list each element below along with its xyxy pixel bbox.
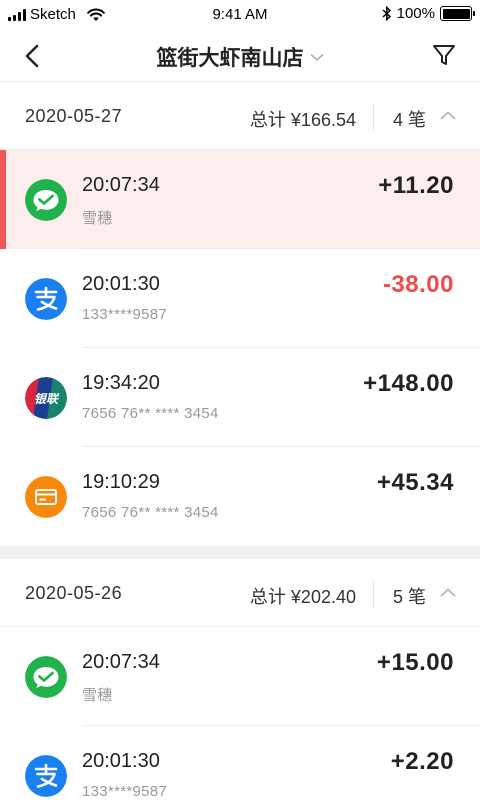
page-title: 篮街大虾南山店 [156, 47, 304, 70]
transaction-row[interactable]: 20:07:34 雪穗 +15.00 [0, 627, 480, 726]
wechat-pay-icon [25, 179, 67, 221]
transaction-row[interactable]: 银联 19:34:20 7656 76** **** 3454 +148.00 [0, 348, 480, 447]
alipay-icon [25, 278, 67, 320]
group-date: 2020-05-27 [25, 106, 123, 126]
transaction-amount: +2.20 [390, 748, 454, 775]
transaction-time: 19:10:29 [82, 471, 160, 493]
status-bar: Sketch 9:41 AM 100% [0, 0, 480, 30]
wechat-pay-icon [25, 656, 67, 698]
group-date: 2020-05-26 [25, 583, 123, 603]
store-selector[interactable]: 篮街大虾南山店 [0, 42, 480, 72]
transaction-amount: +11.20 [378, 172, 454, 199]
transaction-payer: 雪穗 [82, 687, 113, 704]
card-number: 7656 76** **** 3454 [82, 405, 219, 422]
group-total: 总计 ¥202.40 [249, 587, 356, 607]
transaction-row[interactable]: 19:10:29 7656 76** **** 3454 +45.34 [0, 447, 480, 546]
date-group-header[interactable]: 2020-05-27 总计 ¥166.54 4 笔 [0, 82, 480, 150]
transaction-time: 20:01:30 [82, 750, 160, 772]
transaction-time: 20:01:30 [82, 273, 160, 295]
battery-icon [440, 6, 475, 21]
transaction-list[interactable]: 2020-05-27 总计 ¥166.54 4 笔 20:07:34 雪穗 +1… [0, 82, 480, 800]
transaction-row[interactable]: 20:01:30 133****9587 -38.00 [0, 249, 480, 348]
bluetooth-icon [382, 6, 391, 21]
group-count: 5 笔 [392, 587, 426, 607]
transaction-row[interactable]: 20:07:34 雪穗 +11.20 [0, 150, 480, 249]
transaction-row[interactable]: 20:01:30 133****9587 +2.20 [0, 726, 480, 800]
chevron-up-icon[interactable] [438, 106, 458, 126]
divider [373, 581, 374, 607]
nav-bar: 篮街大虾南山店 [0, 30, 480, 82]
group-total: 总计 ¥166.54 [249, 110, 356, 130]
group-count: 4 笔 [392, 110, 426, 130]
group-gap [0, 546, 480, 559]
transaction-time: 20:07:34 [82, 651, 160, 673]
transaction-amount: +15.00 [376, 649, 454, 676]
transaction-amount: +45.34 [376, 469, 454, 496]
transaction-amount: +148.00 [363, 370, 454, 397]
divider [373, 104, 374, 130]
battery-percent: 100% [396, 5, 435, 22]
transaction-payer: 133****9587 [82, 783, 168, 800]
filter-icon [433, 45, 455, 65]
status-right: 100% [382, 5, 475, 22]
transaction-payer: 雪穗 [82, 210, 113, 227]
card-icon [25, 476, 67, 518]
transaction-time: 19:34:20 [82, 372, 160, 394]
transaction-time: 20:07:34 [82, 174, 160, 196]
filter-button[interactable] [430, 41, 458, 69]
transaction-payer: 133****9587 [82, 306, 168, 323]
chevron-down-icon [309, 53, 324, 61]
date-group-header[interactable]: 2020-05-26 总计 ¥202.40 5 笔 [0, 559, 480, 627]
transaction-amount: -38.00 [382, 271, 454, 298]
card-number: 7656 76** **** 3454 [82, 504, 219, 521]
alipay-icon [25, 755, 67, 797]
svg-text:银联: 银联 [34, 392, 60, 406]
unionpay-icon: 银联 [25, 377, 67, 419]
chevron-up-icon[interactable] [438, 583, 458, 603]
